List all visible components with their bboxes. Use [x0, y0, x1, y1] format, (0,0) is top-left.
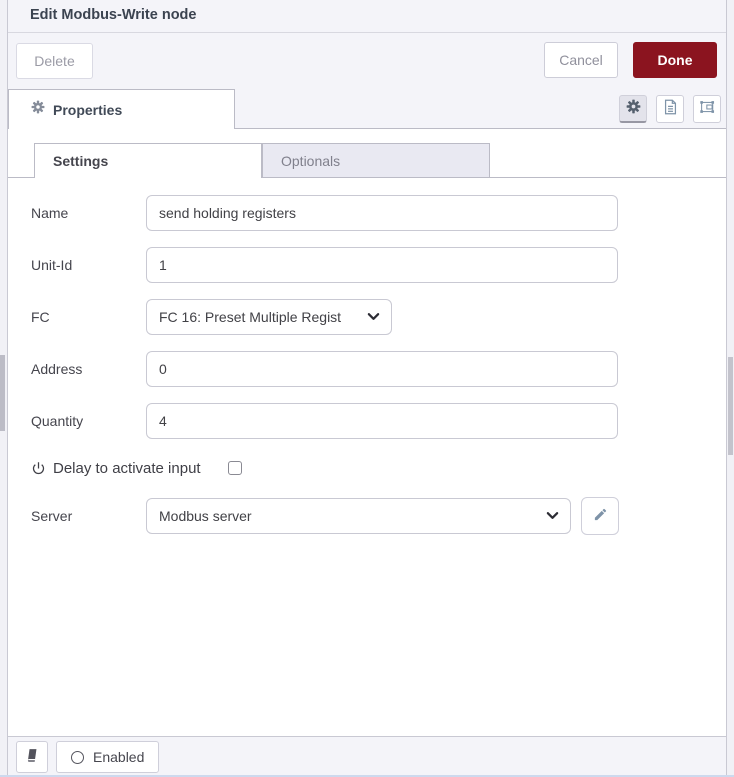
server-select-value: Modbus server	[159, 508, 546, 524]
dialog-title: Edit Modbus-Write node	[8, 0, 726, 31]
fc-field-label: FC	[31, 309, 146, 325]
description-view-button[interactable]	[656, 95, 684, 123]
tab-properties[interactable]: Properties	[8, 89, 235, 129]
form-row-name: Name	[31, 195, 726, 231]
address-field-label: Address	[31, 361, 146, 377]
delay-checkbox[interactable]	[228, 461, 242, 475]
chevron-down-icon	[367, 308, 380, 326]
screen: Edit Modbus-Write node Delete Cancel Don…	[0, 0, 734, 777]
chevron-down-icon	[546, 507, 559, 525]
name-input[interactable]	[146, 195, 618, 231]
form-row-server: Server Modbus server	[31, 497, 726, 535]
settings-form: Name Unit-Id FC FC 16: Preset Multiple R…	[8, 178, 726, 535]
gear-icon	[626, 99, 641, 119]
cancel-button[interactable]: Cancel	[544, 42, 618, 78]
properties-view-button[interactable]	[619, 95, 647, 123]
form-row-fc: FC FC 16: Preset Multiple Regist	[31, 299, 726, 335]
page-left-scroll-track	[0, 0, 7, 777]
properties-tab-label: Properties	[53, 102, 122, 118]
page-left-scrollbar-thumb[interactable]	[0, 355, 5, 431]
delay-checkbox-label: Delay to activate input	[53, 460, 201, 477]
book-icon	[25, 748, 39, 766]
node-help-button[interactable]	[16, 741, 48, 773]
tab-optionals[interactable]: Optionals	[262, 143, 490, 177]
edit-node-dialog: Edit Modbus-Write node Delete Cancel Don…	[7, 0, 727, 777]
appearance-view-button[interactable]	[693, 95, 721, 123]
form-row-delay: Delay to activate input	[31, 455, 726, 481]
dialog-button-bar: Delete Cancel Done	[8, 33, 726, 89]
server-field-label: Server	[31, 508, 146, 524]
form-row-unit-id: Unit-Id	[31, 247, 726, 283]
fc-select-value: FC 16: Preset Multiple Regist	[159, 309, 367, 325]
editor-tab-bar: Properties	[8, 89, 726, 129]
group-scope-icon	[699, 99, 716, 120]
node-enabled-toggle[interactable]: Enabled	[56, 741, 159, 773]
address-input[interactable]	[146, 351, 618, 387]
quantity-input[interactable]	[146, 403, 618, 439]
tab-settings[interactable]: Settings	[34, 143, 262, 178]
unit-id-input[interactable]	[146, 247, 618, 283]
power-icon	[31, 461, 46, 476]
done-button[interactable]: Done	[633, 42, 717, 78]
document-icon	[663, 99, 678, 120]
delete-button[interactable]: Delete	[16, 43, 93, 79]
dialog-footer: Enabled	[8, 736, 726, 777]
form-row-quantity: Quantity	[31, 403, 726, 439]
name-field-label: Name	[31, 205, 146, 221]
unit-id-field-label: Unit-Id	[31, 257, 146, 273]
dialog-header: Edit Modbus-Write node	[8, 0, 726, 33]
server-select[interactable]: Modbus server	[146, 498, 571, 534]
gear-icon	[31, 100, 45, 119]
quantity-field-label: Quantity	[31, 413, 146, 429]
form-scrollbar-thumb[interactable]	[728, 357, 733, 455]
pencil-icon	[593, 507, 608, 525]
circle-outline-icon	[71, 751, 84, 764]
form-row-address: Address	[31, 351, 726, 387]
enabled-toggle-label: Enabled	[93, 749, 144, 765]
fc-select[interactable]: FC 16: Preset Multiple Regist	[146, 299, 392, 335]
form-scroll-track	[727, 0, 734, 777]
settings-tab-bar: Settings Optionals	[8, 143, 726, 178]
editor-content: Settings Optionals Name Unit-Id FC FC 16…	[8, 129, 726, 736]
edit-server-button[interactable]	[581, 497, 619, 535]
